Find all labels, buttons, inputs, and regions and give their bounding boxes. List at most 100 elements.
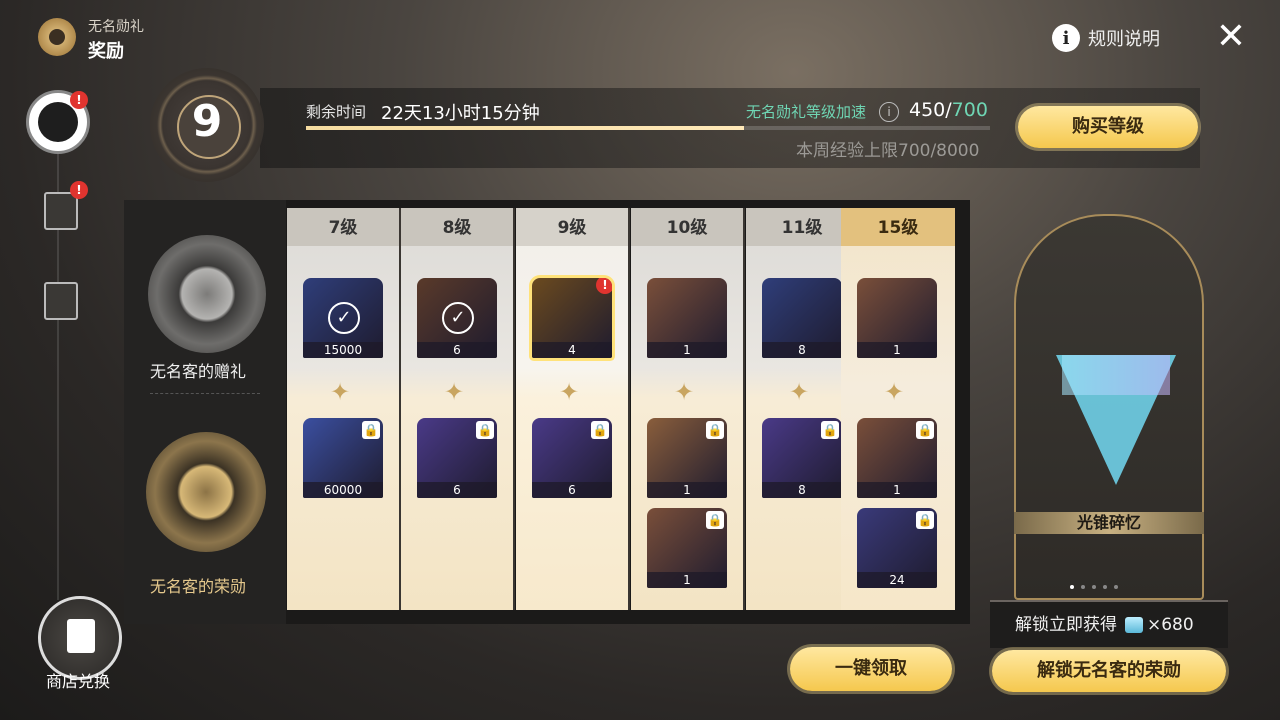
- shop-exchange-label: 商店兑换: [46, 672, 111, 691]
- lock-icon: 🔒: [916, 511, 934, 529]
- claimed-check-icon: ✓: [328, 302, 360, 334]
- rail-tab-details[interactable]: [44, 282, 78, 320]
- reward-item[interactable]: 🔒 1: [647, 508, 727, 588]
- reward-item[interactable]: 🔒 8: [762, 418, 842, 498]
- level-column: 7级 ✦ ✓ 15000 🔒 60000: [287, 208, 401, 610]
- reward-item[interactable]: 🔒 6: [417, 418, 497, 498]
- rules-label: 规则说明: [1088, 29, 1160, 50]
- header-subtitle: 无名勋礼: [88, 19, 144, 35]
- carousel-dots[interactable]: [1070, 585, 1118, 589]
- rewards-emblem-icon: [38, 102, 78, 142]
- reward-item[interactable]: 🔒 1: [857, 418, 937, 498]
- claimed-check-icon: ✓: [442, 302, 474, 334]
- track-separator-star-icon: ✦: [330, 378, 351, 406]
- reward-count: 8: [762, 342, 842, 358]
- level-column: 8级 ✦ ✓ 6 🔒 6: [401, 208, 515, 610]
- lock-icon: 🔒: [591, 421, 609, 439]
- reward-item[interactable]: 🔒 24: [857, 508, 937, 588]
- carousel-dot[interactable]: [1081, 585, 1085, 589]
- reward-count: 6: [532, 482, 612, 498]
- lock-icon: 🔒: [706, 511, 724, 529]
- rail-tab-missions[interactable]: [44, 192, 78, 230]
- level-column: 10级 ✦ 1 🔒 1 🔒 1: [631, 208, 745, 610]
- reward-item[interactable]: 1: [857, 278, 937, 358]
- reward-item[interactable]: ✓ 15000: [303, 278, 383, 358]
- track-separator-star-icon: ✦: [444, 378, 465, 406]
- battlepass-logo-icon: [38, 18, 76, 56]
- unlock-tooltip: 解锁立即获得 ×680: [990, 600, 1228, 648]
- carousel-dot[interactable]: [1114, 585, 1118, 589]
- reward-count: 4: [532, 342, 612, 358]
- reward-count: 1: [647, 572, 727, 588]
- lock-icon: 🔒: [362, 421, 380, 439]
- lock-icon: 🔒: [916, 421, 934, 439]
- shopping-bag-icon: [67, 619, 95, 653]
- track-separator-star-icon: ✦: [789, 378, 810, 406]
- reward-count: 6: [417, 342, 497, 358]
- featured-reward-label: 光锥碎忆: [1014, 512, 1204, 534]
- info-icon[interactable]: i: [879, 102, 899, 122]
- level-column: 9级 ✦! 4 🔒 6: [516, 208, 630, 610]
- xp-counter: 450/700: [909, 99, 988, 121]
- unlock-tip-amount: ×680: [1147, 615, 1194, 635]
- reward-item[interactable]: 1: [647, 278, 727, 358]
- alert-badge: !: [70, 91, 88, 109]
- reward-count: 8: [762, 482, 842, 498]
- level-column: 15级 ✦ 1 🔒 1 🔒 24: [841, 208, 955, 610]
- alert-badge: !: [70, 181, 88, 199]
- reward-count: 60000: [303, 482, 383, 498]
- time-remaining-label: 剩余时间: [306, 103, 367, 121]
- reward-count: 1: [647, 342, 727, 358]
- track-separator-star-icon: ✦: [884, 378, 905, 406]
- lock-icon: 🔒: [706, 421, 724, 439]
- claim-all-button[interactable]: 一键领取: [790, 647, 952, 691]
- reward-item[interactable]: ! 4: [532, 278, 612, 358]
- gem-highlight: [1062, 355, 1170, 395]
- unlock-tip-text: 解锁立即获得: [1015, 615, 1117, 635]
- paid-track-emblem-icon: [146, 432, 266, 552]
- reward-count: 1: [857, 342, 937, 358]
- time-remaining-value: 22天13小时15分钟: [381, 103, 540, 124]
- stellar-jade-icon: [1125, 617, 1143, 633]
- reward-count: 24: [857, 572, 937, 588]
- free-track-name: 无名客的赠礼: [150, 362, 247, 381]
- carousel-dot[interactable]: [1070, 585, 1074, 589]
- xp-current: 450: [909, 99, 946, 121]
- carousel-dot[interactable]: [1103, 585, 1107, 589]
- level-header: 15级: [841, 208, 955, 246]
- reward-item[interactable]: ✓ 6: [417, 278, 497, 358]
- carousel-dot[interactable]: [1092, 585, 1096, 589]
- time-progress-bar: [306, 126, 990, 130]
- close-button[interactable]: ✕: [1214, 19, 1248, 55]
- alert-badge: !: [596, 278, 612, 294]
- level-header: 9级: [516, 208, 628, 246]
- level-header: 10级: [631, 208, 743, 246]
- xp-max: 700: [951, 99, 988, 121]
- reward-count: 1: [857, 482, 937, 498]
- reward-count: 1: [647, 482, 727, 498]
- reward-item[interactable]: 🔒 6: [532, 418, 612, 498]
- rules-button[interactable]: i 规则说明: [1052, 24, 1160, 52]
- free-track-emblem-icon: [148, 235, 266, 353]
- track-separator-star-icon: ✦: [674, 378, 695, 406]
- lock-icon: 🔒: [821, 421, 839, 439]
- weekly-xp-cap: 本周经验上限700/8000: [796, 141, 980, 161]
- buy-level-button[interactable]: 购买等级: [1018, 106, 1198, 148]
- reward-count: 15000: [303, 342, 383, 358]
- track-separator-star-icon: ✦: [559, 378, 580, 406]
- reward-item[interactable]: 8: [762, 278, 842, 358]
- level-header: 7级: [287, 208, 399, 246]
- lock-icon: 🔒: [476, 421, 494, 439]
- level-header: 8级: [401, 208, 513, 246]
- page-title: 奖励: [88, 41, 124, 62]
- reward-item[interactable]: 🔒 1: [647, 418, 727, 498]
- unlock-honor-button[interactable]: 解锁无名客的荣勋: [992, 650, 1226, 692]
- info-icon: i: [1052, 24, 1080, 52]
- rail-divider: [57, 90, 59, 600]
- reward-count: 6: [417, 482, 497, 498]
- reward-item[interactable]: 🔒 60000: [303, 418, 383, 498]
- current-level: 9: [191, 96, 223, 147]
- paid-track-name: 无名客的荣勋: [150, 577, 247, 596]
- track-divider: [150, 393, 260, 394]
- level-boost-label: 无名勋礼等级加速: [746, 103, 867, 121]
